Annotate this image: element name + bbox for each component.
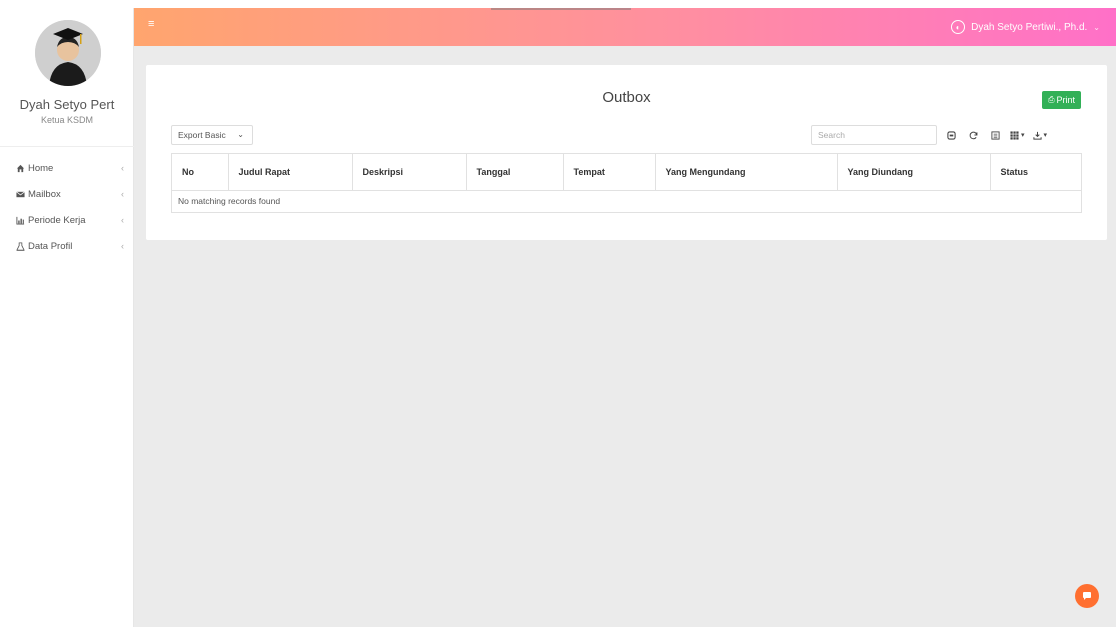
topbar-divider [491, 8, 631, 10]
sidebar-item-mailbox[interactable]: Mailbox ‹ [0, 181, 134, 207]
column-header-judul-rapat[interactable]: Judul Rapat [228, 154, 353, 191]
sidebar-item-label: Mailbox [28, 188, 61, 200]
export-select[interactable]: Export Basic ⌄ [171, 125, 253, 145]
chevron-left-icon: ‹ [121, 215, 124, 225]
user-circle-icon: ◐ [951, 20, 966, 34]
outbox-panel: Outbox ⎙ Print Export Basic ⌄ Search ▾ ▾… [146, 65, 1107, 240]
sidebar-item-label: Periode Kerja [28, 214, 86, 226]
sidebar: Dyah Setyo Pert Ketua KSDM Home ‹ Mailbo… [0, 8, 134, 627]
outbox-table: No Judul Rapat Deskripsi Tanggal Tempat … [171, 153, 1082, 213]
column-header-no[interactable]: No [172, 154, 229, 191]
user-menu-name: Dyah Setyo Pertiwi., Ph.d. [971, 21, 1088, 33]
top-navbar: ≡ ◐ Dyah Setyo Pertiwi., Ph.d. ⌄ [134, 8, 1116, 46]
user-photo-icon [35, 20, 101, 86]
home-icon [16, 164, 25, 173]
table-toolbar: Export Basic ⌄ ▾ [171, 125, 1082, 147]
flask-icon [16, 241, 25, 251]
table-row: No matching records found [172, 190, 1081, 212]
toggle-view-button[interactable] [984, 125, 1006, 145]
chevron-left-icon: ‹ [121, 241, 124, 251]
print-button[interactable]: ⎙ Print [1042, 91, 1081, 109]
sidebar-item-home[interactable]: Home ‹ [0, 155, 134, 181]
column-header-tempat[interactable]: Tempat [563, 154, 656, 191]
page-title: Outbox [602, 89, 651, 106]
column-header-tanggal[interactable]: Tanggal [466, 154, 564, 191]
avatar[interactable] [35, 20, 101, 86]
print-button-label: Print [1056, 95, 1075, 105]
chevron-left-icon: ‹ [121, 163, 124, 173]
column-header-deskripsi[interactable]: Deskripsi [352, 154, 467, 191]
main-content: Outbox ⎙ Print Export Basic ⌄ Search ▾ ▾… [134, 46, 1116, 627]
export-select-value: Export Basic [178, 130, 226, 140]
sidebar-item-periode-kerja[interactable]: Periode Kerja ‹ [0, 207, 134, 233]
chat-bubble-button[interactable] [1075, 584, 1099, 608]
hamburger-icon[interactable]: ≡ [148, 18, 154, 30]
envelope-icon [16, 190, 25, 199]
columns-button[interactable]: ▾ [1006, 125, 1029, 145]
sidebar-item-label: Data Profil [28, 240, 73, 252]
caret-down-icon: ▾ [1021, 132, 1025, 139]
toggle-pagination-button[interactable] [940, 125, 962, 145]
sidebar-menu: Home ‹ Mailbox ‹ Periode Kerja ‹ Data Pr… [0, 146, 134, 259]
grid-icon [1010, 130, 1019, 140]
chevron-down-icon: ⌄ [1093, 22, 1100, 32]
user-role: Ketua KSDM [40, 115, 94, 125]
chat-icon [1083, 592, 1091, 600]
column-header-status[interactable]: Status [990, 154, 1081, 191]
chevron-left-icon: ‹ [121, 189, 124, 199]
printer-icon: ⎙ [1048, 95, 1055, 104]
user-name: Dyah Setyo Pert [19, 97, 115, 112]
bar-chart-icon [16, 216, 25, 225]
user-menu[interactable]: ◐ Dyah Setyo Pertiwi., Ph.d. ⌄ [951, 20, 1100, 34]
column-header-yang-diundang[interactable]: Yang Diundang [837, 154, 991, 191]
download-icon [1032, 131, 1042, 140]
refresh-icon [969, 131, 977, 139]
table-header-row: No Judul Rapat Deskripsi Tanggal Tempat … [172, 154, 1081, 191]
chevron-down-icon: ⌄ [237, 130, 244, 139]
paginate-icon [946, 130, 956, 140]
empty-table-message: No matching records found [178, 196, 281, 207]
export-button[interactable]: ▾ [1029, 125, 1052, 145]
table-tool-buttons: ▾ ▾ [940, 125, 1051, 145]
caret-down-icon: ▾ [1043, 132, 1048, 139]
sidebar-item-label: Home [28, 162, 54, 174]
search-input[interactable] [811, 125, 937, 145]
sidebar-item-data-profil[interactable]: Data Profil ‹ [0, 233, 134, 259]
refresh-button[interactable] [962, 125, 984, 145]
column-header-yang-mengundang[interactable]: Yang Mengundang [655, 154, 838, 191]
card-view-icon [990, 130, 1000, 140]
